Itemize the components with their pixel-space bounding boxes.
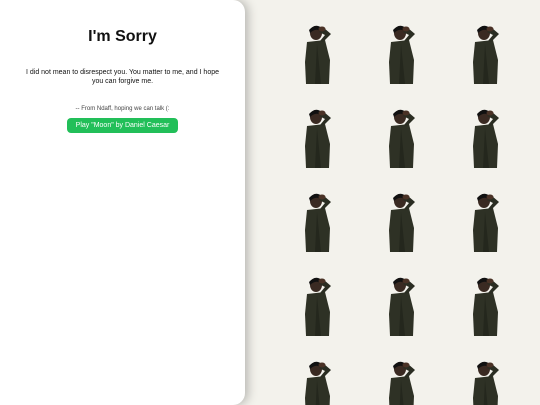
pattern-photo-tile — [297, 188, 337, 252]
pattern-photo-tile — [465, 356, 505, 405]
pattern-photo-tile — [465, 20, 505, 84]
pattern-photo-tile — [297, 272, 337, 336]
pattern-photo-tile — [381, 356, 421, 405]
play-song-button[interactable]: Play "Moon" by Daniel Caesar — [66, 118, 179, 133]
pattern-photo-tile — [381, 188, 421, 252]
pattern-photo-tile — [465, 188, 505, 252]
pattern-photo-tile — [465, 104, 505, 168]
apology-card: I'm Sorry I did not mean to disrespect y… — [0, 0, 245, 405]
background-photo-pattern — [245, 0, 540, 405]
page-title: I'm Sorry — [88, 28, 157, 45]
pattern-photo-tile — [297, 356, 337, 405]
pattern-photo-tile — [465, 272, 505, 336]
pattern-photo-tile — [381, 104, 421, 168]
signature-text: -- From Ndaff, hoping we can talk (: — [75, 106, 170, 112]
pattern-photo-tile — [381, 272, 421, 336]
pattern-photo-tile — [297, 104, 337, 168]
pattern-photo-tile — [381, 20, 421, 84]
pattern-photo-tile — [297, 20, 337, 84]
apology-message: I did not mean to disrespect you. You ma… — [25, 69, 219, 85]
